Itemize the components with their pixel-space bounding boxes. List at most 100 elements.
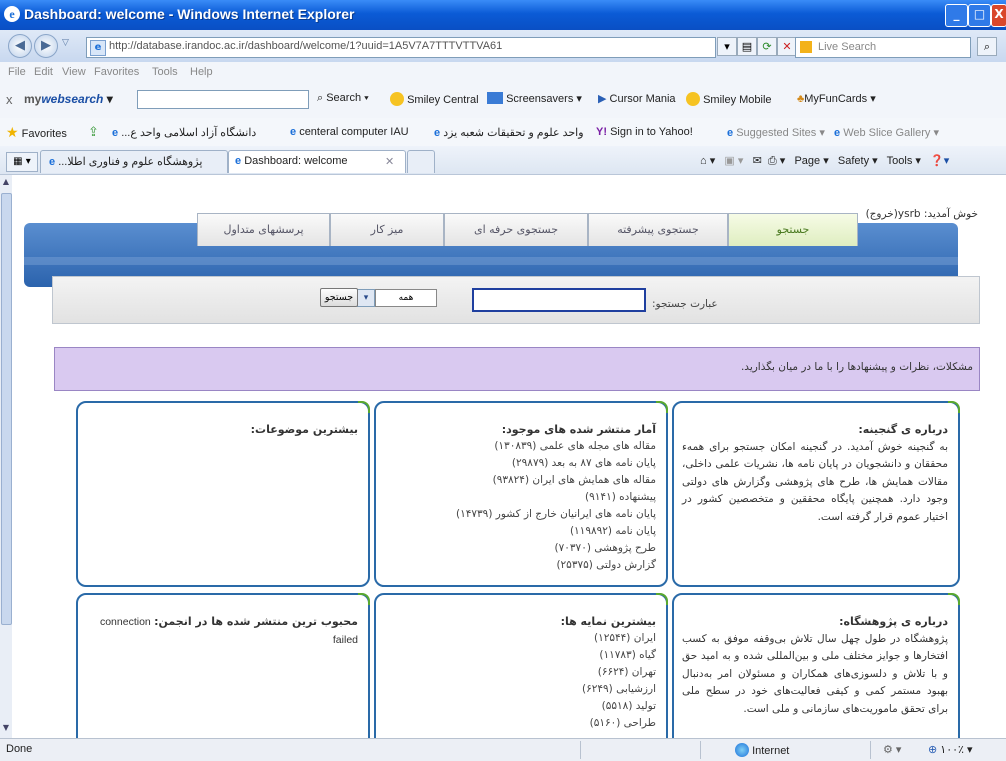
cursor-mania-label: Cursor Mania <box>609 93 676 105</box>
address-dropdown-icon[interactable]: ▾ <box>717 37 737 56</box>
refresh-icon[interactable]: ⟳ <box>757 37 777 56</box>
feeds-icon[interactable]: ▣ ▾ <box>724 155 743 167</box>
nav-tab-advanced-search[interactable]: جستجوی پیشرفته <box>588 213 728 246</box>
fav-link-yahoo[interactable]: Y! Sign in to Yahoo! <box>596 126 693 138</box>
minimize-button[interactable]: _ <box>945 4 968 27</box>
quick-tabs-button[interactable]: ▦ ▾ <box>6 152 38 172</box>
search-go-icon[interactable]: ⌕ <box>977 37 997 56</box>
favorites-button[interactable]: ★ Favorites <box>6 124 67 141</box>
stat-item[interactable]: پایان نامه های ۸۷ به بعد (۲۹۸۷۹) <box>384 455 656 472</box>
fav-link-3[interactable]: e واحد علوم و تحقیقات شعبه یزد <box>434 126 584 139</box>
scope-dropdown-icon[interactable]: ▾ <box>357 289 375 307</box>
tab-page-icon: e <box>49 156 56 168</box>
add-favorite-icon[interactable]: ⇪ <box>88 125 106 141</box>
page-menu[interactable]: Page ▾ <box>794 155 828 167</box>
top-index-card: بیشترین نمایه ها: ایران (۱۲۵۴۴) گیاه (۱۱… <box>374 593 668 738</box>
fav-link-1[interactable]: e ...دانشگاه آزاد اسلامی واحد ع <box>112 126 256 139</box>
tab-dashboard[interactable]: e Dashboard: welcome ✕ <box>228 150 406 173</box>
mail-icon[interactable]: ✉ <box>753 155 762 167</box>
toolbar-search-button[interactable]: ⌕ Search ▾ <box>317 92 369 105</box>
stat-item[interactable]: گزارش دولتی (۲۵۳۷۵) <box>384 557 656 574</box>
window-title: Dashboard: welcome - Windows Internet Ex… <box>24 6 355 22</box>
index-item[interactable]: تولید (۵۵۱۸) <box>384 698 656 715</box>
menu-edit[interactable]: Edit <box>34 66 53 78</box>
security-zone[interactable]: Internet <box>735 743 789 757</box>
maximize-button[interactable]: □ <box>968 4 991 27</box>
stat-item[interactable]: پیشنهاده (۹۱۴۱) <box>384 489 656 506</box>
history-dropdown-icon[interactable]: ▽ <box>62 38 69 48</box>
address-text[interactable]: http://database.irandoc.ac.ir/dashboard/… <box>109 40 502 52</box>
safety-menu[interactable]: Safety ▾ <box>838 155 878 167</box>
protected-mode-icon[interactable]: ⚙ ▾ <box>883 743 901 756</box>
zone-label: Internet <box>752 745 790 757</box>
close-button[interactable]: X <box>991 4 1006 27</box>
fav-suggested-sites[interactable]: e Suggested Sites ▾ <box>727 126 825 139</box>
index-item[interactable]: تهران (۶۶۲۴) <box>384 664 656 681</box>
stat-item[interactable]: مقاله های مجله های علمی (۱۳۰۸۳۹) <box>384 438 656 455</box>
fav-page-icon: e <box>434 127 441 139</box>
stop-icon[interactable]: ✕ <box>777 37 797 56</box>
stat-item[interactable]: طرح پژوهشی (۷۰۳۷۰) <box>384 540 656 557</box>
index-item[interactable]: گیاه (۱۱۷۸۳) <box>384 647 656 664</box>
fav-link-yahoo-label: Sign in to Yahoo! <box>610 126 693 138</box>
smiley-mobile-button[interactable]: Smiley Mobile <box>686 92 772 106</box>
fav-link-1-label: ...دانشگاه آزاد اسلامی واحد ع <box>121 127 257 139</box>
myfuncards-button[interactable]: ♣MyFunCards ▾ <box>797 92 876 105</box>
scroll-thumb[interactable] <box>1 193 12 625</box>
menu-help[interactable]: Help <box>190 66 213 78</box>
search-submit-button[interactable]: جستجو <box>320 288 358 307</box>
screensavers-button[interactable]: Screensavers ▾ <box>487 92 582 105</box>
tab-irandoc[interactable]: e ...پژوهشگاه علوم و فناوری اطلا <box>40 150 228 173</box>
command-bar: ⌂ ▾ ▣ ▾ ✉ ⎙ ▾ Page ▾ Safety ▾ Tools ▾ ❓▾ <box>700 154 949 168</box>
brand-prefix: my <box>24 92 42 106</box>
index-item[interactable]: ارزشیابی (۶۲۴۹) <box>384 681 656 698</box>
notice-text[interactable]: مشکلات، نظرات و پیشنهادها را با ما در می… <box>741 361 973 373</box>
nav-tab-workspace[interactable]: میز کار <box>330 213 444 246</box>
search-scope-select[interactable]: همه <box>375 289 437 307</box>
index-item[interactable]: طراحی (۵۱۶۰) <box>384 715 656 732</box>
live-search-input[interactable]: Live Search <box>795 37 971 58</box>
scroll-down-icon[interactable]: ▼ <box>1 723 11 733</box>
toolbar-search-input[interactable] <box>137 90 309 109</box>
tab-close-icon[interactable]: ✕ <box>385 155 394 168</box>
scroll-up-icon[interactable]: ▲ <box>1 177 11 187</box>
toolbar-close-icon[interactable]: x <box>6 92 13 107</box>
fav-link-2[interactable]: e centeral computer IAU <box>290 126 409 138</box>
stats-body: آمار منتشر شده های موجود: مقاله های مجله… <box>384 421 656 574</box>
mywebsearch-logo[interactable]: mywebsearch ▾ <box>24 92 113 106</box>
back-button[interactable]: ◀ <box>8 34 32 58</box>
tab-irandoc-label: e ...پژوهشگاه علوم و فناوری اطلا <box>49 155 202 168</box>
user-greeting[interactable]: خوش آمدید: ysrb(خروج) <box>866 208 978 220</box>
fav-page-icon: e <box>834 127 841 139</box>
print-icon[interactable]: ⎙ ▾ <box>768 155 785 167</box>
forward-button[interactable]: ▶ <box>34 34 58 58</box>
nav-tab-search[interactable]: جستجو <box>728 213 858 246</box>
index-item[interactable]: ایران (۱۲۵۴۴) <box>384 630 656 647</box>
nav-tab-faq[interactable]: پرسشهای متداول <box>197 213 330 246</box>
tools-menu[interactable]: Tools ▾ <box>887 155 921 167</box>
stat-item[interactable]: پایان نامه (۱۱۹۸۹۲) <box>384 523 656 540</box>
nav-tab-pro-search[interactable]: جستجوی حرفه ای <box>444 213 588 246</box>
feedback-notice: مشکلات، نظرات و پیشنهادها را با ما در می… <box>54 347 980 391</box>
compatibility-icon[interactable]: ▤ <box>737 37 757 56</box>
menu-view[interactable]: View <box>62 66 86 78</box>
card-accent <box>656 593 668 605</box>
stat-item[interactable]: مقاله های همایش های ایران (۹۳۸۲۴) <box>384 472 656 489</box>
zoom-control[interactable]: ⊕ ۱۰۰٪ ▾ <box>928 743 973 756</box>
smiley-mobile-icon <box>686 92 700 106</box>
address-bar[interactable]: e http://database.irandoc.ac.ir/dashboar… <box>86 37 716 58</box>
stat-item[interactable]: پایان نامه های ایرانیان خارج از کشور (۱۴… <box>384 506 656 523</box>
home-icon[interactable]: ⌂ ▾ <box>700 155 715 167</box>
fav-web-slice[interactable]: e Web Slice Gallery ▾ <box>834 126 939 139</box>
menu-tools[interactable]: Tools <box>152 66 178 78</box>
new-tab-button[interactable] <box>407 150 435 173</box>
cursor-mania-button[interactable]: ▶ Cursor Mania <box>598 92 676 105</box>
menu-file[interactable]: File <box>8 66 26 78</box>
about-institute-body: درباره ی پژوهشگاه: پژوهشگاه در طول چهل س… <box>682 613 948 718</box>
help-icon[interactable]: ❓▾ <box>930 155 949 167</box>
about-repository-title: درباره ی گنجینه: <box>858 423 948 436</box>
menu-favorites[interactable]: Favorites <box>94 66 139 78</box>
smiley-central-button[interactable]: Smiley Central <box>390 92 479 106</box>
search-input[interactable] <box>472 288 646 312</box>
globe-icon <box>735 743 749 757</box>
